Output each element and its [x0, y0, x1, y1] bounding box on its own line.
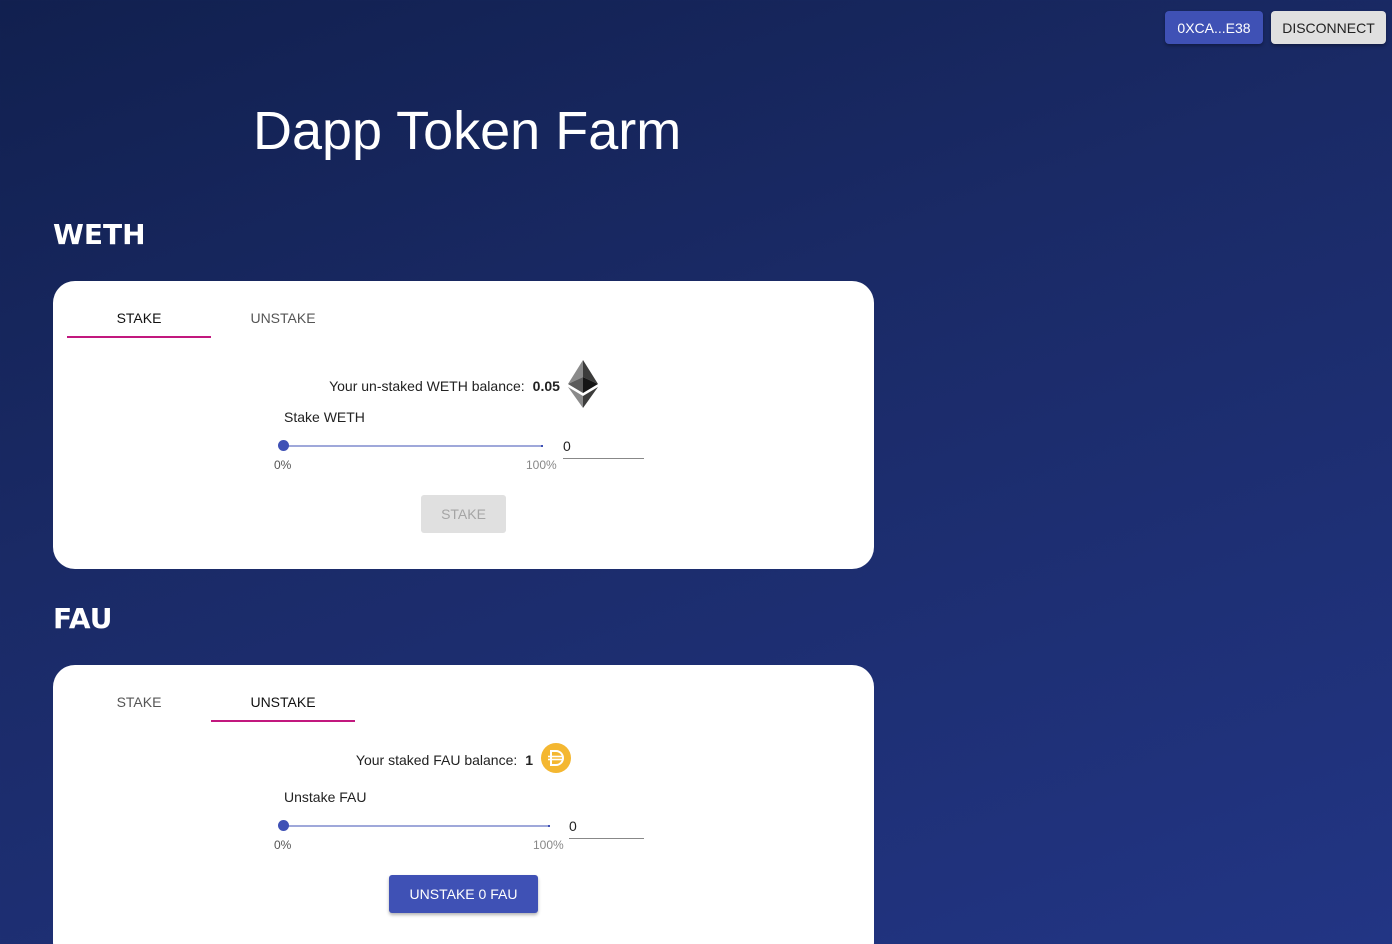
weth-stake-button[interactable]: STAKE [421, 495, 506, 533]
weth-tab-unstake[interactable]: UNSTAKE [211, 297, 355, 338]
dai-coin-icon [541, 743, 572, 776]
weth-tab-stake[interactable]: STAKE [67, 297, 211, 338]
fau-slider-max-label: 100% [533, 838, 564, 852]
page-title: Dapp Token Farm [253, 101, 682, 161]
top-bar: 0XCA...E38 DISCONNECT [1165, 11, 1386, 44]
weth-amount-input[interactable] [563, 437, 644, 459]
fau-amount-input[interactable] [569, 817, 644, 839]
weth-tabs: STAKE UNSTAKE [67, 297, 355, 338]
weth-slider-min-label: 0% [274, 458, 292, 472]
fau-tab-unstake[interactable]: UNSTAKE [211, 681, 355, 722]
weth-balance-label: Your un-staked WETH balance: [329, 377, 525, 394]
fau-tabs: STAKE UNSTAKE [67, 681, 355, 722]
weth-slider-thumb[interactable] [278, 440, 289, 451]
fau-balance-value: 1 [525, 751, 534, 768]
fau-balance-row: Your staked FAU balance: 1 [53, 743, 874, 776]
weth-field-label: Stake WETH [284, 409, 365, 425]
fau-slider-min-label: 0% [274, 838, 292, 852]
fau-card: STAKE UNSTAKE Your staked FAU balance: 1… [53, 665, 874, 944]
weth-card: STAKE UNSTAKE Your un-staked WETH balanc… [53, 281, 874, 569]
weth-slider-max-label: 100% [526, 458, 557, 472]
weth-slider-track[interactable] [283, 445, 543, 447]
fau-field-label: Unstake FAU [284, 789, 367, 805]
weth-slider-max-mark [541, 445, 543, 447]
fau-slider-max-mark [548, 825, 550, 827]
weth-balance-row: Your un-staked WETH balance: 0.05 [53, 360, 874, 411]
fau-balance-label: Your staked FAU balance: [355, 751, 518, 768]
ethereum-icon [567, 360, 598, 411]
fau-section-title: FAU [53, 602, 113, 635]
fau-slider-track[interactable] [283, 825, 550, 827]
weth-section-title: WETH [53, 218, 146, 251]
fau-tab-stake[interactable]: STAKE [67, 681, 211, 722]
account-button[interactable]: 0XCA...E38 [1165, 11, 1263, 44]
fau-unstake-button[interactable]: UNSTAKE 0 FAU [389, 875, 538, 913]
fau-slider-thumb[interactable] [278, 820, 289, 831]
weth-balance-value: 0.05 [532, 377, 560, 394]
disconnect-button[interactable]: DISCONNECT [1271, 11, 1386, 44]
